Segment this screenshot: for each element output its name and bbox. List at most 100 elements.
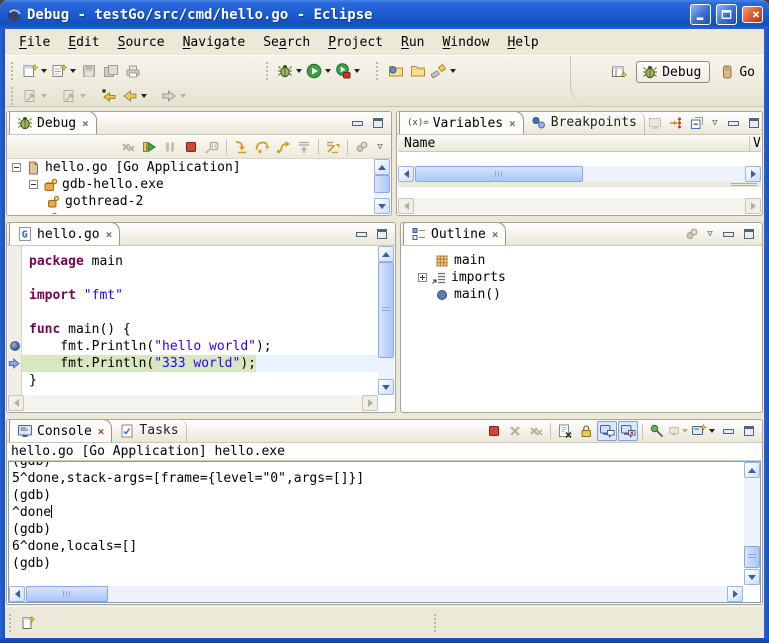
perspective-go-button[interactable]: Go [716, 62, 758, 82]
statusbar-grip[interactable] [434, 614, 439, 632]
tab-variables[interactable]: (x)= Variables × [399, 111, 524, 134]
show-stdout-changed-button[interactable] [597, 421, 617, 441]
perspective-debug-button[interactable]: Debug [636, 61, 710, 83]
scroll-up-button[interactable] [744, 462, 760, 478]
close-icon[interactable]: × [98, 425, 105, 438]
fast-view-button[interactable] [18, 611, 40, 635]
code-line[interactable]: import "fmt" [22, 287, 378, 304]
scrollbar-thumb[interactable] [415, 166, 583, 182]
menu-window[interactable]: Window [434, 33, 497, 52]
view-menu-button[interactable]: ▽ [703, 224, 717, 244]
search-button[interactable] [429, 59, 458, 83]
terminate-button[interactable] [181, 137, 201, 157]
minimize-view-button[interactable] [723, 113, 743, 133]
step-return-button[interactable] [273, 137, 293, 157]
column-name[interactable]: Name [398, 136, 749, 151]
tab-console[interactable]: Console × [9, 419, 112, 442]
menu-navigate[interactable]: Navigate [175, 33, 254, 52]
minimize-button[interactable] [690, 4, 711, 25]
editor-vscrollbar[interactable] [378, 246, 394, 395]
close-icon[interactable]: × [106, 228, 113, 241]
scroll-down-button[interactable] [374, 198, 390, 214]
minimize-view-button[interactable] [351, 224, 371, 244]
maximize-button[interactable] [716, 4, 737, 25]
resume-button[interactable] [139, 137, 159, 157]
outline-tree[interactable]: main imports main() [402, 246, 761, 411]
column-value[interactable]: Value [749, 136, 761, 151]
open-console-button[interactable] [689, 421, 717, 441]
step-over-button[interactable] [252, 137, 272, 157]
view-menu-button[interactable]: ▽ [373, 137, 387, 157]
expand-toggle[interactable] [418, 273, 427, 282]
code-line-breakpoint[interactable]: fmt.Println("hello world"); [22, 338, 378, 355]
scroll-left-button[interactable] [9, 586, 25, 602]
debug-tree-vscrollbar[interactable] [374, 159, 390, 214]
close-button[interactable] [742, 6, 763, 23]
maximize-view-button[interactable] [739, 421, 759, 441]
statusbar-grip[interactable] [9, 614, 14, 632]
step-into-button[interactable] [231, 137, 251, 157]
open-perspective-button[interactable] [608, 60, 630, 84]
tab-tasks[interactable]: Tasks [112, 419, 186, 442]
tree-row[interactable]: gothread-2 [8, 193, 374, 210]
toolbar-grip[interactable] [376, 62, 381, 80]
run-external-tools-button[interactable] [333, 59, 362, 83]
minimize-view-button[interactable] [718, 224, 738, 244]
code-line[interactable] [22, 270, 378, 287]
collapse-all-button[interactable] [687, 113, 707, 133]
maximize-view-button[interactable] [372, 224, 392, 244]
run-button[interactable] [304, 59, 333, 83]
menu-help[interactable]: Help [499, 33, 546, 52]
maximize-view-button[interactable] [744, 113, 763, 133]
view-menu-button[interactable]: ▽ [708, 113, 722, 133]
minimize-view-button[interactable] [718, 421, 738, 441]
terminate-button[interactable] [484, 421, 504, 441]
scrollbar-thumb[interactable] [374, 175, 390, 193]
scroll-lock-button[interactable] [576, 421, 596, 441]
scroll-down-button[interactable] [744, 569, 760, 585]
back-button[interactable] [120, 84, 149, 108]
use-step-filters-button[interactable] [323, 137, 343, 157]
toolbar-grip[interactable] [11, 62, 16, 80]
dropdown-arrow-icon[interactable] [41, 69, 47, 73]
dropdown-arrow-icon[interactable] [450, 69, 456, 73]
code-line[interactable]: } [22, 372, 378, 389]
open-folder-button[interactable] [407, 59, 429, 83]
open-import-folder-button[interactable] [385, 59, 407, 83]
tree-row[interactable]: gdb-hello.exe [8, 176, 374, 193]
console-hscrollbar[interactable] [9, 586, 743, 602]
scroll-down-button[interactable] [378, 379, 394, 395]
code-line[interactable] [22, 304, 378, 321]
tab-debug[interactable]: Debug × [9, 111, 97, 134]
code-line[interactable]: package main [22, 253, 378, 270]
scroll-right-button[interactable] [727, 586, 743, 602]
toolbar-grip[interactable] [266, 62, 271, 80]
new-wizard-button[interactable] [20, 59, 49, 83]
tree-row[interactable]: hello.go [Go Application] [8, 159, 374, 176]
code-area[interactable]: package main import "fmt" func main() { … [22, 246, 378, 395]
scrollbar-thumb[interactable] [378, 262, 394, 358]
show-stderr-changed-button[interactable] [618, 421, 638, 441]
menu-source[interactable]: Source [110, 33, 173, 52]
close-icon[interactable]: × [82, 117, 89, 130]
show-logical-structure-button[interactable] [666, 113, 686, 133]
tab-breakpoints[interactable]: Breakpoints [524, 111, 645, 134]
tab-outline[interactable]: Outline × [403, 222, 506, 245]
console-vscrollbar[interactable] [744, 462, 760, 585]
debug-tree[interactable]: hello.go [Go Application] gdb-hello.exe … [8, 159, 374, 214]
maximize-view-button[interactable] [739, 224, 759, 244]
minimize-view-button[interactable] [347, 113, 367, 133]
tab-hello-go[interactable]: hello.go × [9, 222, 120, 245]
menu-project[interactable]: Project [320, 33, 391, 52]
sash-grip-icon[interactable] [731, 183, 757, 187]
dropdown-arrow-icon[interactable] [354, 69, 360, 73]
scroll-up-button[interactable] [374, 159, 390, 175]
scrollbar-thumb[interactable] [744, 546, 760, 568]
code-line[interactable]: func main() { [22, 321, 378, 338]
debug-button[interactable] [275, 59, 304, 83]
last-edit-location-button[interactable] [98, 84, 120, 108]
pin-console-button[interactable] [647, 421, 667, 441]
code-line-current-instruction[interactable]: fmt.Println("333 world"); [22, 355, 378, 372]
breakpoint-marker[interactable] [10, 341, 20, 351]
close-icon[interactable]: × [509, 117, 516, 130]
